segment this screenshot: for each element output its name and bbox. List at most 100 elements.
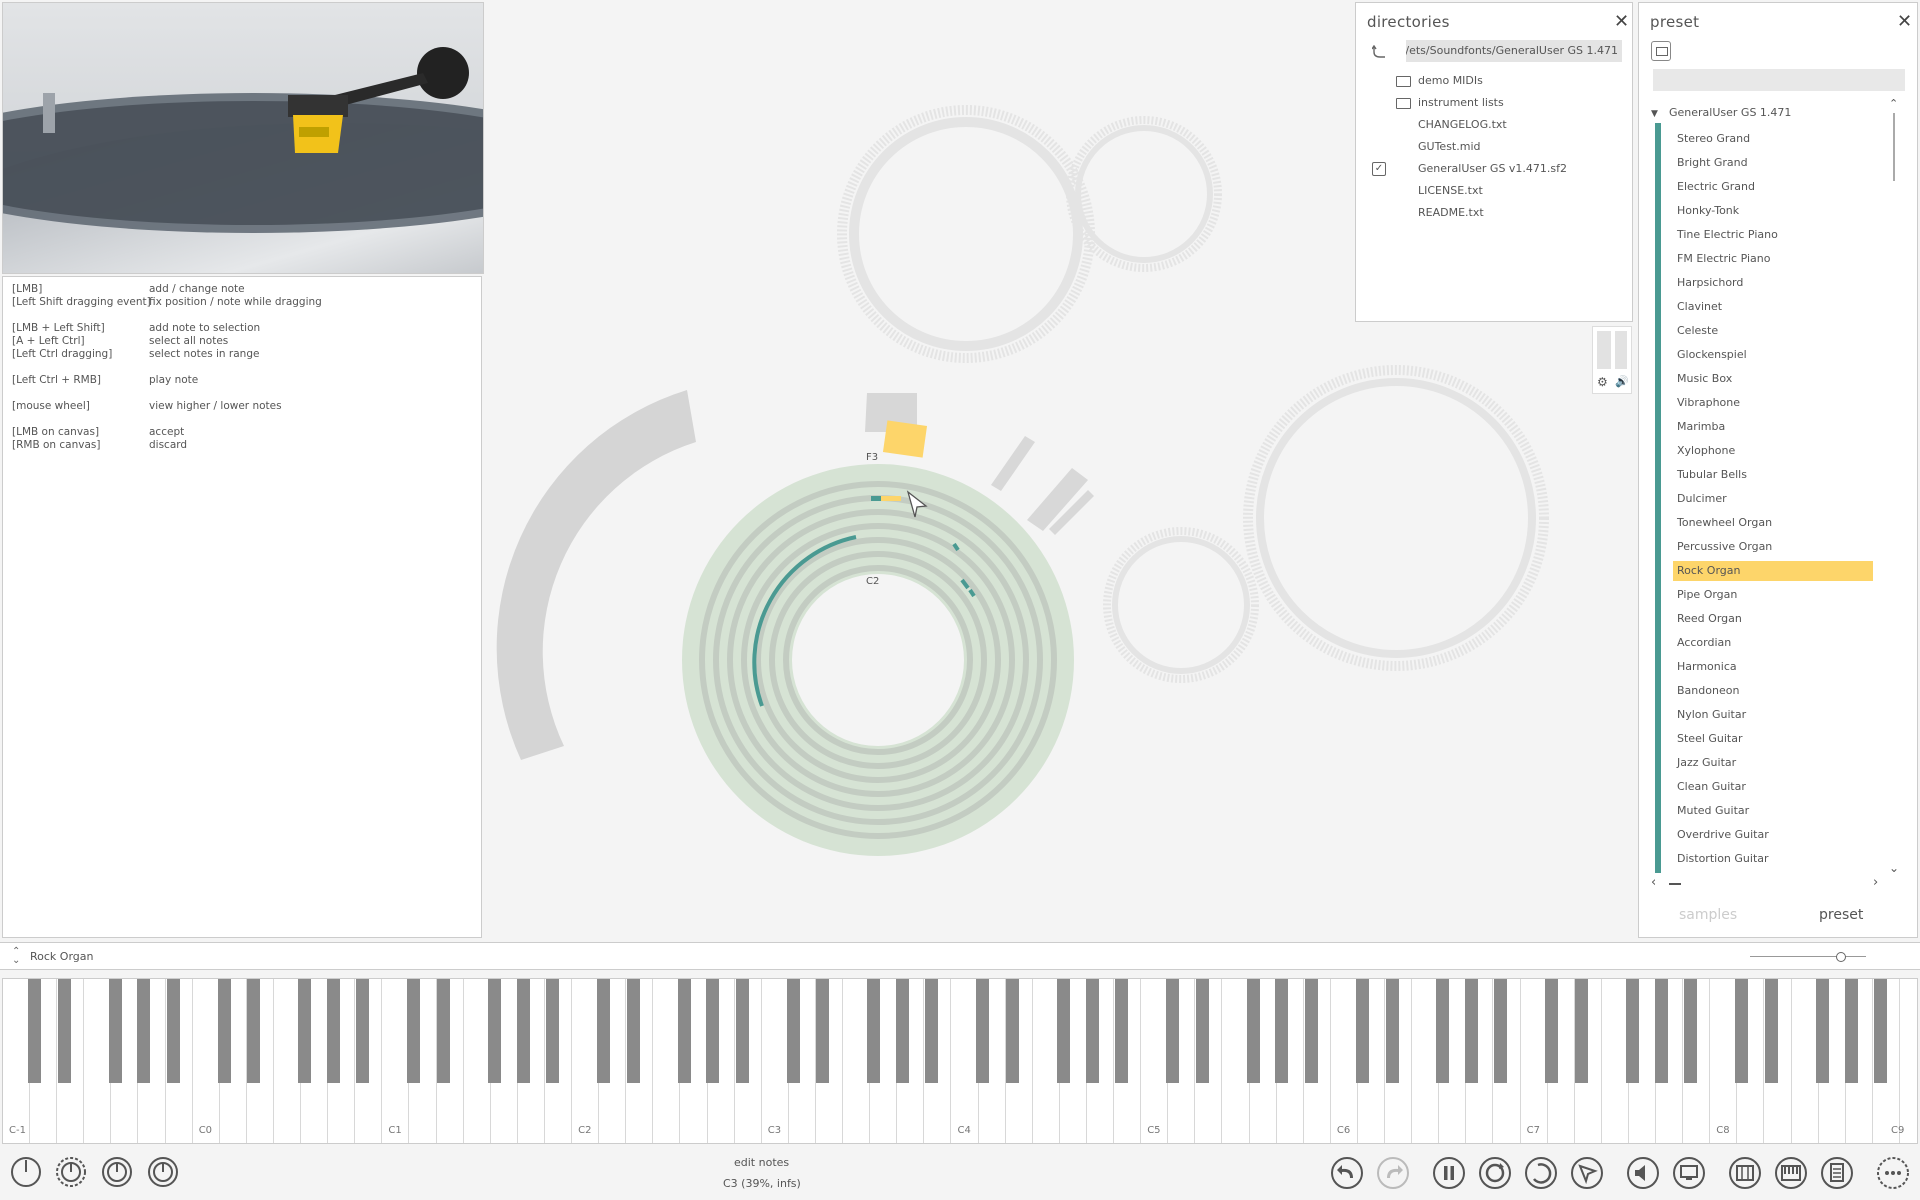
tab-samples[interactable]: samples [1679,907,1737,923]
selected-note-block[interactable] [882,420,928,458]
black-key[interactable] [786,979,800,1083]
black-key[interactable] [326,979,340,1083]
preset-item[interactable]: Steel Guitar [1673,729,1873,749]
directory-item[interactable]: CHANGELOG.txt [1418,117,1507,133]
preset-item[interactable]: Harmonica [1673,657,1873,677]
white-key[interactable] [274,979,301,1143]
directory-item[interactable]: LICENSE.txt [1418,183,1483,199]
preset-item[interactable]: Rock Organ [1673,561,1873,581]
directory-item[interactable]: demo MIDIs [1418,73,1483,89]
white-key[interactable] [843,979,871,1143]
black-key[interactable] [735,979,749,1083]
preset-item[interactable]: Reed Organ [1673,609,1873,629]
black-key[interactable] [1355,979,1369,1083]
piano-keyboard[interactable]: C-1 C0 C1 C2 C3 C4 C5 C6 C7 C8 C9 [2,978,1918,1144]
black-key[interactable] [1815,979,1829,1083]
preset-item[interactable]: FM Electric Piano [1673,249,1873,269]
black-key[interactable] [1304,979,1318,1083]
white-key[interactable] [653,979,681,1143]
up-down-arrows-icon[interactable]: ⌃ ⌄ [12,947,20,966]
black-key[interactable] [1465,979,1479,1083]
open-folder-button[interactable] [1651,41,1671,61]
preset-item[interactable]: Distortion Guitar [1673,849,1873,869]
black-key[interactable] [1735,979,1749,1083]
white-key[interactable] [1141,979,1169,1143]
black-key[interactable] [677,979,691,1083]
black-key[interactable] [166,979,180,1083]
zoom-slider-handle[interactable] [1836,952,1846,962]
black-key[interactable] [1246,979,1260,1083]
scroll-left-chevron-icon[interactable]: ‹ [1651,875,1656,890]
black-key[interactable] [925,979,939,1083]
checkbox-checked-icon[interactable]: ✓ [1372,162,1386,176]
black-key[interactable] [1166,979,1179,1083]
power-knob-icon[interactable] [10,1156,42,1188]
zoom-slider-track[interactable] [1750,956,1866,957]
preset-close-button[interactable]: ✕ [1897,13,1912,31]
white-key[interactable] [1412,979,1440,1143]
black-key[interactable] [596,979,610,1083]
rotate-icon[interactable] [1524,1156,1558,1190]
scroll-right-chevron-icon[interactable]: › [1873,875,1878,890]
preset-item[interactable]: Tubular Bells [1673,465,1873,485]
black-key[interactable] [1085,979,1099,1083]
black-key[interactable] [1626,979,1640,1083]
speaker-toggle-icon[interactable] [1626,1156,1660,1190]
gain-knob-icon[interactable] [55,1156,87,1188]
black-key[interactable] [1436,979,1450,1083]
preset-item[interactable]: Tonewheel Organ [1673,513,1873,533]
preset-item[interactable]: Clavinet [1673,297,1873,317]
black-key[interactable] [1873,979,1887,1083]
black-key[interactable] [1575,979,1589,1083]
preset-item[interactable]: Music Box [1673,369,1873,389]
preset-item[interactable]: Muted Guitar [1673,801,1873,821]
preset-search-field[interactable] [1653,69,1905,91]
black-key[interactable] [626,979,640,1083]
white-key[interactable] [84,979,112,1143]
black-key[interactable] [976,979,990,1083]
black-key[interactable] [867,979,881,1083]
preset-item[interactable]: Clean Guitar [1673,777,1873,797]
preset-item[interactable]: Accordian [1673,633,1873,653]
tab-preset[interactable]: preset [1819,907,1863,923]
pan-knob-icon[interactable] [101,1156,133,1188]
black-key[interactable] [57,979,71,1083]
preset-item[interactable]: Bandoneon [1673,681,1873,701]
directory-path-field[interactable]: ets/Soundfonts/GeneralUser GS 1.471/ [1406,40,1622,62]
black-key[interactable] [487,979,501,1083]
instrument-name[interactable]: Rock Organ [30,950,93,963]
preset-item[interactable]: Pipe Organ [1673,585,1873,605]
preset-item[interactable]: Bright Grand [1673,153,1873,173]
piano-view-icon[interactable] [1728,1156,1762,1190]
pause-icon[interactable] [1432,1156,1466,1190]
black-key[interactable] [1057,979,1071,1083]
white-key[interactable] [1330,979,1358,1143]
preset-item[interactable]: Nylon Guitar [1673,705,1873,725]
white-key[interactable] [1601,979,1629,1143]
redo-icon[interactable] [1376,1156,1410,1190]
scroll-up-chevron-icon[interactable]: ⌃ [1889,97,1898,110]
black-key[interactable] [545,979,559,1083]
settings-gear-icon[interactable]: ⚙ [1597,375,1608,389]
white-key[interactable] [1791,979,1819,1143]
preset-scrollbar[interactable] [1893,113,1895,181]
directory-item[interactable]: GeneralUser GS v1.471.sf2 [1418,161,1567,177]
directory-item[interactable]: README.txt [1418,205,1484,221]
white-key[interactable] [382,979,410,1143]
black-key[interactable] [27,979,41,1083]
preset-item[interactable]: Celeste [1673,321,1873,341]
speaker-icon[interactable]: 🔊 [1615,375,1629,388]
preset-item[interactable]: Marimba [1673,417,1873,437]
directory-item[interactable]: instrument lists [1418,95,1504,111]
black-key[interactable] [137,979,151,1083]
document-icon[interactable] [1820,1156,1854,1190]
directories-close-button[interactable]: ✕ [1614,13,1629,31]
white-key[interactable] [192,979,220,1143]
black-key[interactable] [816,979,830,1083]
preset-item[interactable]: Harpsichord [1673,273,1873,293]
white-key[interactable] [1520,979,1548,1143]
black-key[interactable] [1654,979,1668,1083]
black-key[interactable] [1764,979,1778,1083]
preset-item[interactable]: Electric Grand [1673,177,1873,197]
black-key[interactable] [356,979,370,1083]
